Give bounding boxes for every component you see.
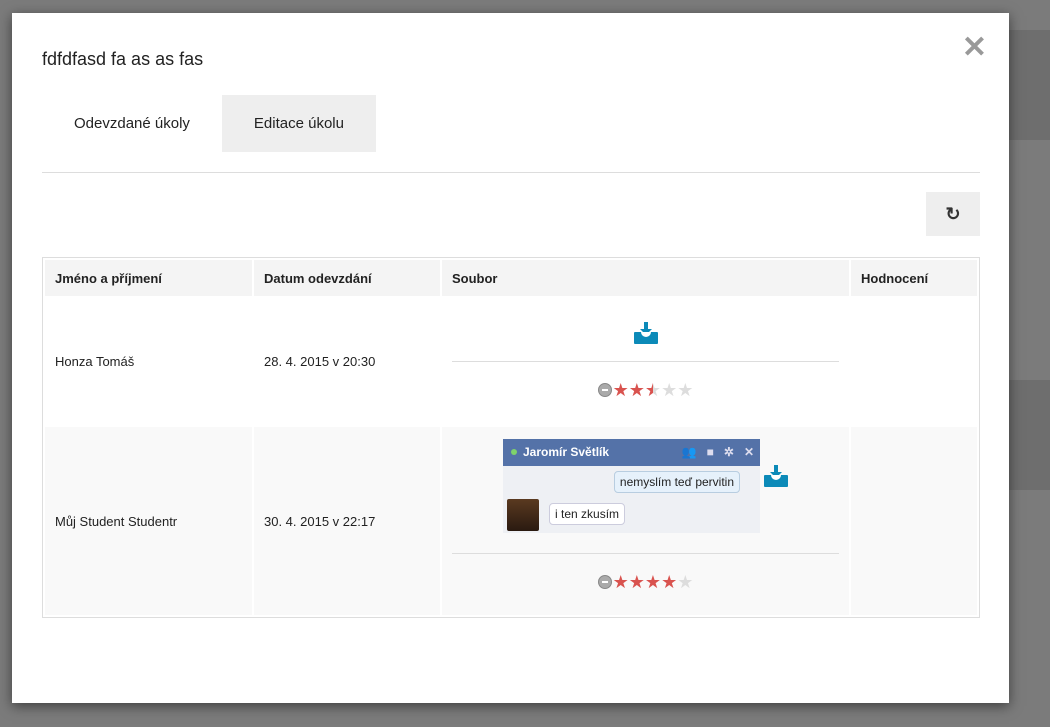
rating-cell: [851, 427, 977, 615]
tab-edit-task[interactable]: Editace úkolu: [221, 95, 376, 152]
add-user-icon: 👥: [681, 445, 697, 459]
modal-title: fdfdfasd fa as as fas: [42, 49, 204, 69]
file-preview-image[interactable]: Jaromír Světlík 👥 ■ ✲ ✕ nemyslím teď pervit…: [503, 438, 760, 533]
clear-rating-icon[interactable]: [597, 574, 612, 589]
file-cell: Jaromír Světlík 👥 ■ ✲ ✕ nemyslím teď pervit…: [442, 427, 849, 615]
backdrop-page: [1009, 380, 1050, 490]
file-cell: ★ ★ ★ ★ ★: [442, 298, 849, 425]
rating-cell: [851, 298, 977, 425]
star-icon[interactable]: ★: [613, 573, 629, 591]
student-name: Můj Student Studentr: [45, 427, 252, 615]
backdrop-page: [1009, 30, 1050, 140]
star-icon[interactable]: ★: [645, 573, 661, 591]
header-rating: Hodnocení: [851, 260, 977, 296]
refresh-icon: ↻: [945, 203, 961, 224]
online-dot: [511, 449, 517, 455]
tab-submitted-tasks[interactable]: Odevzdané úkoly: [42, 95, 222, 152]
header-name: Jméno a příjmení: [45, 260, 252, 296]
table-row: Honza Tomáš 28. 4. 2015 v 20:30 ★ ★ ★ ★ ★: [45, 298, 977, 425]
star-icon[interactable]: ★: [629, 381, 645, 399]
table-row: Můj Student Studentr 30. 4. 2015 v 22:17…: [45, 427, 977, 615]
video-icon: ■: [706, 445, 714, 459]
star-icon[interactable]: ★: [613, 381, 629, 399]
submit-date: 28. 4. 2015 v 20:30: [254, 298, 440, 425]
modal-dialog: fdfdfasd fa as as fas ✕ Odevzdané úkoly …: [12, 13, 1009, 703]
chat-name: Jaromír Světlík: [523, 445, 610, 459]
download-icon[interactable]: [764, 464, 788, 487]
header-file: Soubor: [442, 260, 849, 296]
divider: [42, 172, 980, 173]
star-icon[interactable]: ★: [661, 573, 677, 591]
star-icon[interactable]: ★: [677, 573, 693, 591]
star-icon[interactable]: ★: [645, 381, 661, 399]
star-icon[interactable]: ★: [661, 381, 677, 399]
star-rating[interactable]: ★ ★ ★ ★ ★: [597, 554, 693, 610]
star-icon[interactable]: ★: [677, 381, 693, 399]
close-icon[interactable]: ✕: [962, 33, 987, 63]
clear-rating-icon[interactable]: [597, 383, 612, 397]
student-name: Honza Tomáš: [45, 298, 252, 425]
chat-message-out: nemyslím teď pervitin: [613, 470, 740, 493]
star-rating[interactable]: ★ ★ ★ ★ ★: [597, 362, 693, 418]
submissions-table: Jméno a příjmení Datum odevzdání Soubor …: [42, 257, 980, 618]
header-date: Datum odevzdání: [254, 260, 440, 296]
table-header-row: Jméno a příjmení Datum odevzdání Soubor …: [45, 260, 977, 296]
refresh-button[interactable]: ↻: [926, 192, 980, 236]
close-icon: ✕: [743, 445, 754, 459]
download-icon[interactable]: [633, 322, 658, 344]
tab-bar: Odevzdané úkoly Editace úkolu: [42, 95, 376, 152]
avatar: [507, 498, 539, 531]
chat-message-in: i ten zkusím: [549, 502, 626, 525]
star-icon[interactable]: ★: [629, 573, 645, 591]
submit-date: 30. 4. 2015 v 22:17: [254, 427, 440, 615]
gear-icon: ✲: [723, 445, 734, 459]
